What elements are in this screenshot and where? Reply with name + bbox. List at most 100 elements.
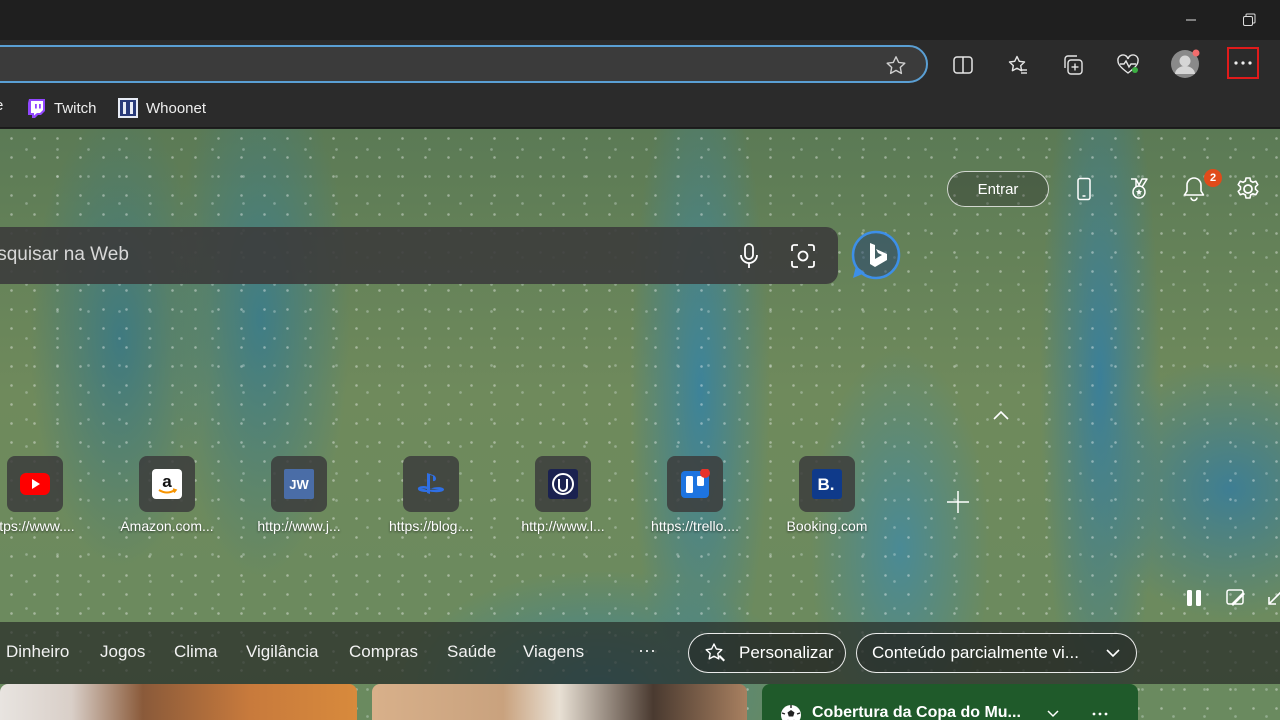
svg-text:JW: JW — [289, 477, 309, 492]
jw-icon: JW — [284, 469, 314, 499]
collapse-chevron-icon[interactable] — [990, 406, 1012, 424]
visual-search-icon — [791, 244, 815, 268]
pause-background-button[interactable] — [1183, 587, 1205, 609]
favorite-label: Whoonet — [146, 99, 207, 117]
mobile-app-button[interactable] — [1067, 172, 1101, 206]
add-favorite-icon[interactable] — [884, 54, 908, 78]
top-site-icon-box: JW — [271, 456, 327, 512]
notification-badge: 2 — [1204, 169, 1222, 187]
nav-item-dinheiro[interactable]: Dinheiro — [6, 642, 69, 662]
chevron-down-icon — [1106, 649, 1120, 658]
profile-button[interactable] — [1168, 47, 1202, 81]
more-options-icon[interactable] — [1092, 711, 1108, 717]
medal-icon — [1131, 178, 1148, 199]
personalize-star-icon — [705, 643, 725, 662]
rewards-button[interactable] — [1122, 172, 1156, 206]
nav-item-jogos[interactable]: Jogos — [100, 642, 145, 662]
visual-search-button[interactable] — [788, 241, 818, 271]
bell-icon — [1183, 177, 1205, 202]
nav-item-compras[interactable]: Compras — [349, 642, 418, 662]
top-site-icon-box — [7, 456, 63, 512]
favorite-partial[interactable]: e — [0, 97, 5, 119]
youtube-icon — [20, 473, 50, 495]
top-site-tile[interactable]: https://trello.... — [636, 456, 754, 546]
favorite-label: Twitch — [54, 99, 97, 117]
whoonet-icon — [118, 98, 138, 118]
content-visibility-dropdown[interactable]: Conteúdo parcialmente vi... — [856, 633, 1137, 673]
nav-item-saude[interactable]: Saúde — [447, 642, 496, 662]
nav-item-vigilancia[interactable]: Vigilância — [246, 642, 318, 662]
top-site-label: https://trello.... — [651, 518, 739, 534]
chevron-down-icon[interactable] — [1046, 708, 1060, 720]
image-edit-icon — [1226, 589, 1245, 606]
sign-in-button[interactable]: Entrar — [947, 171, 1049, 207]
sports-card-title: Cobertura da Copa do Mu... — [812, 704, 1021, 720]
unreal-icon — [548, 469, 578, 499]
plus-icon — [947, 491, 969, 513]
top-site-label: http://www.j... — [257, 518, 341, 534]
expand-view-button[interactable] — [1265, 586, 1280, 608]
settings-and-more-button[interactable] — [1227, 47, 1259, 79]
web-search-box[interactable]: Pesquisar na Web — [0, 227, 838, 284]
favorites-icon — [1008, 55, 1027, 74]
bing-chat-button[interactable] — [851, 230, 901, 280]
edit-background-button[interactable] — [1225, 586, 1247, 608]
sports-card[interactable]: Cobertura da Copa do Mu... — [762, 684, 1138, 720]
search-placeholder: Pesquisar na Web — [0, 244, 129, 265]
restore-button[interactable] — [1220, 0, 1278, 40]
microphone-icon — [740, 243, 758, 268]
trello-icon — [681, 469, 710, 498]
expand-icon — [1268, 591, 1280, 605]
nav-item-viagens[interactable]: Viagens — [523, 642, 584, 662]
bing-icon — [851, 230, 901, 280]
top-site-label: http://www.l... — [521, 518, 605, 534]
top-site-tile[interactable]: http://www.l... — [504, 456, 622, 546]
minimize-icon — [1186, 19, 1196, 21]
browser-toolbar — [0, 40, 1280, 90]
svg-text:B.: B. — [818, 475, 835, 494]
pause-icon — [1187, 590, 1201, 606]
top-site-tile[interactable]: a Amazon.com... — [108, 456, 226, 546]
feed-nav-bar: Dinheiro Jogos Clima Vigilância Compras … — [0, 622, 1280, 684]
top-site-tile[interactable]: https://blog.... — [372, 456, 490, 546]
phone-icon — [1077, 177, 1091, 201]
minimize-button[interactable] — [1162, 0, 1220, 40]
personalize-button[interactable]: Personalizar — [688, 633, 846, 673]
top-site-tile[interactable]: JW http://www.j... — [240, 456, 358, 546]
split-screen-icon — [953, 56, 973, 74]
add-site-button[interactable] — [944, 488, 972, 516]
voice-search-button[interactable] — [734, 241, 764, 271]
top-site-tile[interactable]: ttps://www.... — [0, 456, 94, 546]
browser-essentials-button[interactable] — [1112, 49, 1144, 81]
twitch-icon — [28, 99, 45, 118]
news-card-image[interactable] — [0, 684, 357, 720]
top-site-label: Booking.com — [786, 518, 868, 534]
favorites-button[interactable] — [1002, 49, 1034, 81]
address-bar[interactable] — [0, 45, 928, 83]
top-site-tile[interactable]: B. Booking.com — [768, 456, 886, 546]
favorite-twitch[interactable]: Twitch — [26, 96, 97, 120]
more-options-icon — [1234, 61, 1252, 65]
top-site-label: ttps://www.... — [0, 518, 75, 534]
nav-item-clima[interactable]: Clima — [174, 642, 217, 662]
split-screen-button[interactable] — [947, 49, 979, 81]
news-card-image[interactable] — [372, 684, 747, 720]
personalize-label: Personalizar — [739, 643, 834, 662]
top-site-icon-box: a — [139, 456, 195, 512]
collections-button[interactable] — [1057, 49, 1089, 81]
top-site-label: Amazon.com... — [120, 518, 214, 534]
soccer-ball-icon — [781, 705, 801, 720]
top-site-label: https://blog.... — [388, 518, 474, 534]
page-settings-button[interactable] — [1231, 172, 1265, 206]
favorites-bar: e Twitch Whoonet — [0, 90, 1280, 128]
favorite-whoonet[interactable]: Whoonet — [118, 96, 206, 120]
top-site-icon-box — [667, 456, 723, 512]
restore-icon — [1243, 13, 1256, 26]
top-site-icon-box — [403, 456, 459, 512]
booking-icon: B. — [812, 469, 842, 499]
nav-more-button[interactable]: ··· — [638, 640, 656, 661]
gear-icon — [1237, 177, 1259, 199]
playstation-icon — [417, 473, 444, 494]
top-site-icon-box — [535, 456, 591, 512]
top-site-icon-box: B. — [799, 456, 855, 512]
